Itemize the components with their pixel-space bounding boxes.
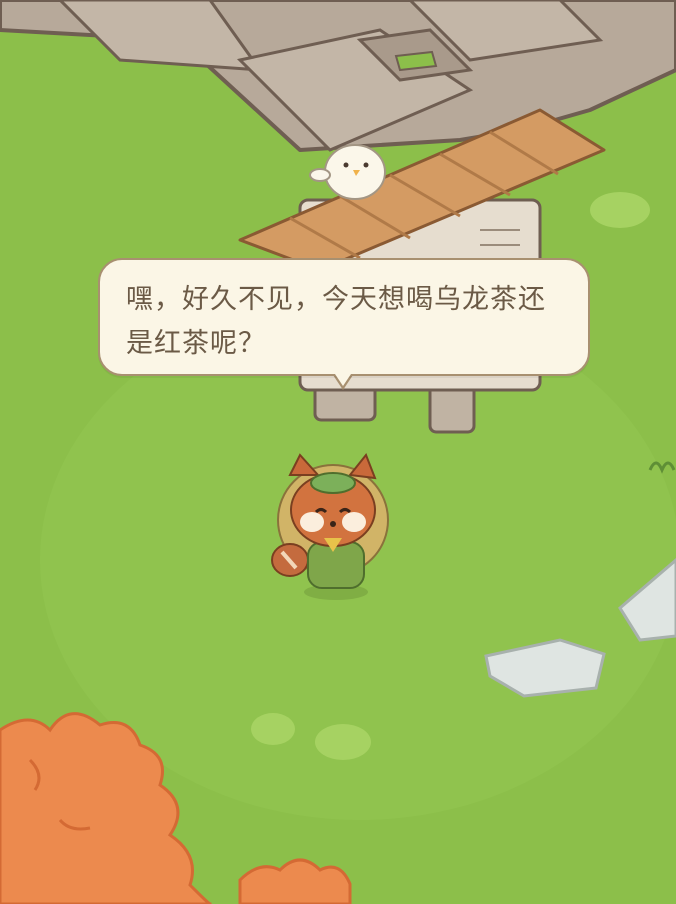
dialogue-text: 嘿，好久不见，今天想喝乌龙茶还是红茶呢？ bbox=[126, 284, 546, 359]
speech-bubble-tail-fill bbox=[333, 371, 353, 386]
grass-spot bbox=[315, 724, 371, 760]
speech-bubble[interactable]: 嘿，好久不见，今天想喝乌龙茶还是红茶呢？ bbox=[98, 258, 590, 376]
grass-spot bbox=[251, 713, 295, 745]
game-scene bbox=[0, 0, 676, 904]
grass-spot bbox=[590, 192, 650, 228]
